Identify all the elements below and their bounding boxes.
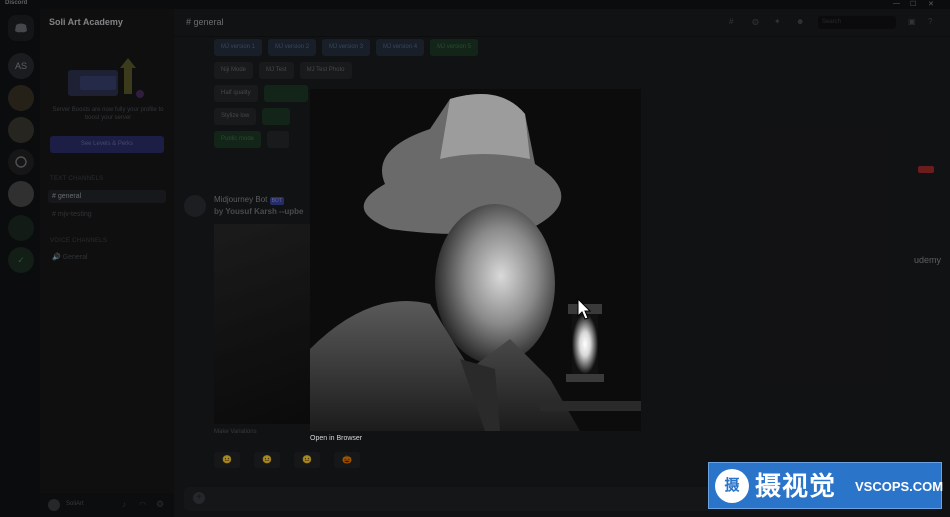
new-badge bbox=[918, 166, 934, 173]
watermark-logo: 摄 bbox=[715, 469, 749, 503]
portrait-photo bbox=[310, 89, 641, 431]
udemy-logo: udemy bbox=[914, 255, 942, 265]
watermark-en-text: VSCOPS.COM bbox=[855, 479, 944, 494]
watermark-cn-text: 摄视觉 bbox=[755, 471, 837, 501]
open-in-browser-link[interactable]: Open in Browser bbox=[310, 435, 362, 442]
image-preview[interactable] bbox=[310, 89, 641, 431]
watermark-banner: 摄 摄视觉 VSCOPS.COM bbox=[708, 462, 944, 509]
mouse-cursor-icon bbox=[577, 298, 591, 320]
